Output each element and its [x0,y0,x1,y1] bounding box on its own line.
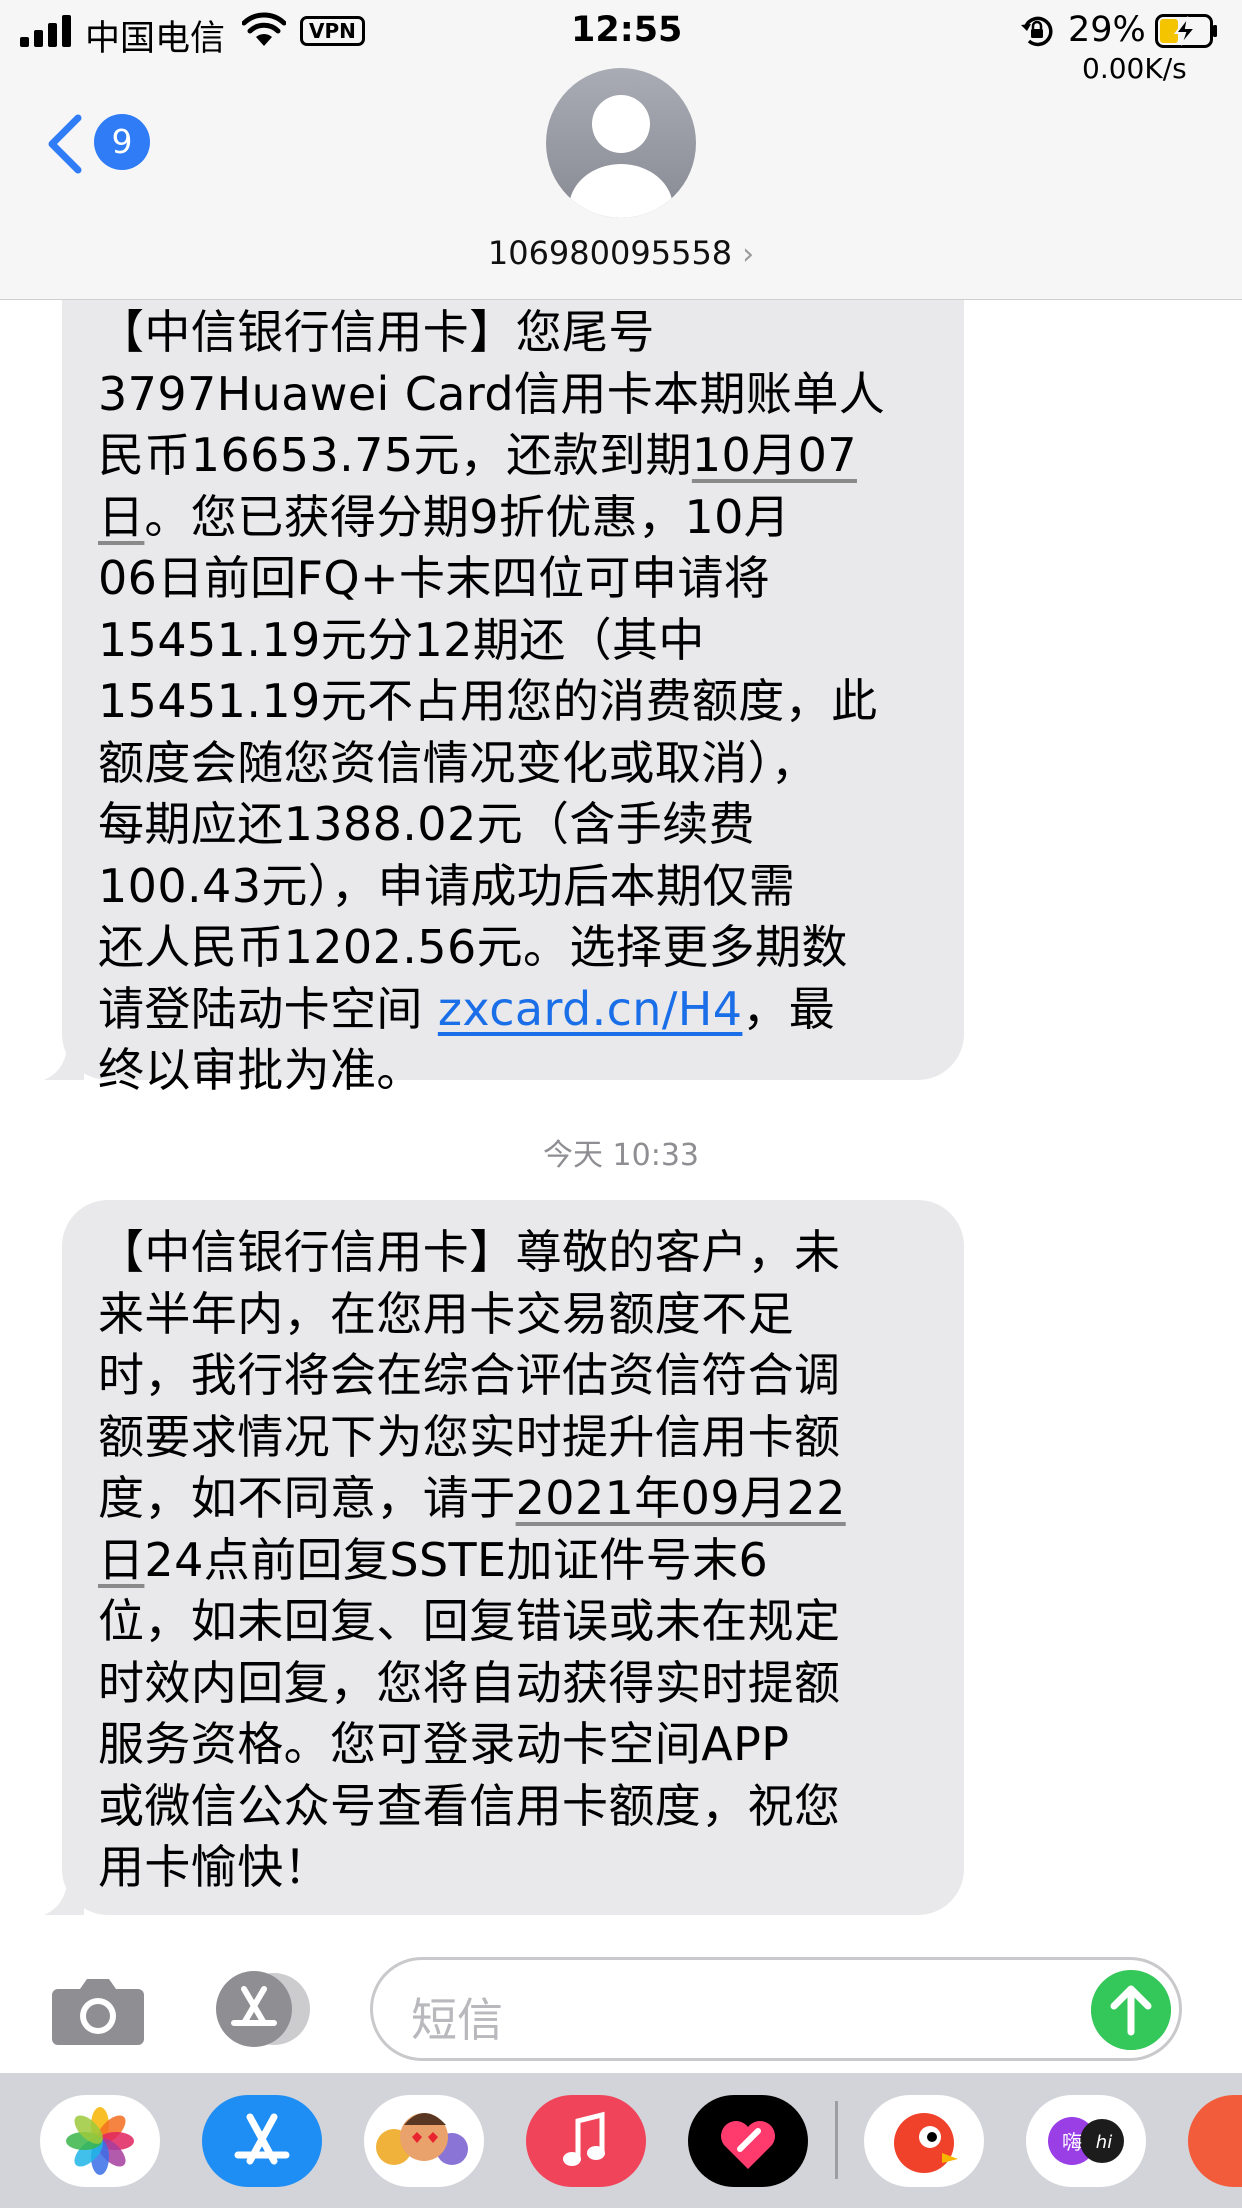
app-store-a-icon [234,2113,290,2165]
message-timestamp: 今天 10:33 [543,1138,699,1173]
app-store-app-icon[interactable] [202,2095,322,2187]
bubble-tail [44,1869,84,1915]
drawer-divider [835,2101,838,2179]
status-time: 12:55 [571,10,683,50]
red-bird-icon [894,2113,958,2173]
partial-app-icon[interactable] [1188,2095,1242,2187]
carrier-name: 中国电信 [85,19,226,59]
chevron-left-icon [48,114,82,174]
bubble-tail [44,1034,84,1080]
bird-app-icon[interactable] [864,2095,984,2187]
person-icon [569,95,673,218]
url-link[interactable]: zxcard.cn/H4 [438,982,743,1036]
battery-percentage: 29% [1068,10,1146,50]
fitness-heart-app-icon[interactable] [688,2095,808,2187]
photos-app-icon[interactable] [40,2095,160,2187]
contact-avatar[interactable] [546,68,696,218]
hi-bubbles-icon: 嗨 hi [1048,2117,1124,2165]
app-drawer: 嗨 hi [0,2073,1242,2208]
message-bubble[interactable]: 【中信银行信用卡】您尾号 3797Huawei Card信用卡本期账单人 民币1… [44,200,964,1097]
cellular-signal-icon [20,15,71,47]
message-bubble[interactable]: 【中信银行信用卡】尊敬的客户，未 来半年内，在您用卡交易额度不足 时，我行将会在… [44,1200,964,1915]
hi-chat-app-icon[interactable]: 嗨 hi [1026,2095,1146,2187]
message-placeholder: 短信 [411,1993,503,2047]
camera-icon[interactable] [50,1975,146,2047]
rotation-lock-icon [1021,16,1053,47]
memoji-faces-icon [376,2113,468,2165]
memoji-app-icon[interactable] [364,2095,484,2187]
music-note-icon [563,2111,605,2166]
send-button[interactable] [1091,1970,1171,2050]
message-text: 【中信银行信用卡】尊敬的客户，未 来半年内，在您用卡交易额度不足 时，我行将会在… [98,1225,846,1894]
battery-charging-icon [1155,14,1217,48]
hi-label-cn: 嗨 [1062,2130,1082,2154]
conversation-header: 中国电信 VPN 12:55 29% 0.00K/s 9 10698009555… [0,0,1242,300]
wifi-icon [242,12,286,46]
unread-count-badge: 9 [94,114,150,170]
chevron-right-icon: › [742,237,755,272]
app-store-icon[interactable] [208,1969,318,2049]
heart-icon [720,2120,775,2169]
message-text: 【中信银行信用卡】您尾号 3797Huawei Card信用卡本期账单人 民币1… [98,305,886,1097]
vpn-badge: VPN [300,16,365,46]
hi-label-en: hi [1096,2132,1112,2153]
photos-flower-icon [66,2107,134,2175]
network-speed: 0.00K/s [1082,52,1187,85]
back-button[interactable]: 9 [44,108,154,178]
music-app-icon[interactable] [526,2095,646,2187]
message-input-bar: 短信 [0,1945,1242,2073]
message-input[interactable]: 短信 [370,1957,1182,2061]
contact-number[interactable]: 106980095558 › [0,234,1242,272]
